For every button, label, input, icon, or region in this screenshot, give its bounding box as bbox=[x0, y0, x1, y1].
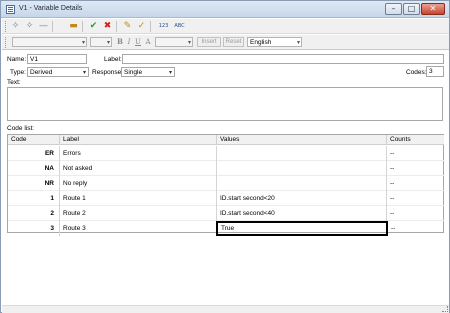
column-header-code[interactable]: Code bbox=[8, 135, 60, 145]
italic-button[interactable]: I bbox=[125, 37, 133, 47]
label-label: Label: bbox=[104, 56, 122, 63]
edit-check-icon[interactable]: ✎ bbox=[122, 21, 133, 32]
resize-grip-icon[interactable] bbox=[442, 306, 448, 312]
name-value: V1 bbox=[30, 56, 38, 63]
toolbar-grip[interactable] bbox=[5, 21, 7, 32]
chevron-down-icon: ▾ bbox=[296, 39, 300, 46]
counts-cell: -- bbox=[390, 150, 395, 157]
language-value: English bbox=[250, 39, 272, 46]
table-row[interactable]: ER Errors -- bbox=[8, 146, 444, 161]
values-cell[interactable] bbox=[217, 176, 387, 191]
values-cell[interactable] bbox=[217, 161, 387, 176]
label-cell[interactable]: Route 3 bbox=[60, 221, 217, 236]
main-toolbar: ✧ ✧ — ▬ ✔ ✖ ✎ ✓ 123 ABC bbox=[2, 19, 449, 34]
reset-button[interactable]: Reset bbox=[223, 37, 244, 47]
language-dropdown[interactable]: English ▾ bbox=[247, 37, 302, 47]
counts-cell: -- bbox=[390, 195, 395, 202]
toolbar-separator bbox=[116, 21, 117, 32]
edit-spell-icon[interactable]: ✓ bbox=[136, 21, 147, 32]
style-dropdown[interactable]: ▾ bbox=[155, 37, 193, 47]
spell-check-icon[interactable]: ABC bbox=[173, 21, 186, 32]
title-bar[interactable]: V1 - Variable Details – □ ✕ bbox=[1, 1, 449, 18]
column-header-counts[interactable]: Counts bbox=[387, 135, 444, 145]
bold-button[interactable]: B bbox=[116, 37, 124, 47]
status-bar bbox=[2, 305, 449, 313]
window-icon bbox=[6, 5, 15, 14]
table-row[interactable]: 2 Route 2 ID.start second<40 -- bbox=[8, 206, 444, 221]
table-row[interactable]: 3 Route 3 True -- bbox=[8, 221, 444, 236]
code-cell[interactable]: NA bbox=[8, 161, 60, 176]
response-select[interactable]: Single ▾ bbox=[121, 67, 175, 77]
chevron-down-icon: ▾ bbox=[106, 39, 110, 46]
code-cell[interactable]: 2 bbox=[8, 206, 60, 221]
toolbar-grip[interactable] bbox=[5, 37, 7, 48]
window-controls: – □ ✕ bbox=[384, 3, 445, 15]
underline-button[interactable]: U bbox=[134, 37, 142, 47]
codes-label: Codes: bbox=[406, 69, 427, 76]
label-cell[interactable]: Route 2 bbox=[60, 206, 217, 221]
column-header-values[interactable]: Values bbox=[217, 135, 387, 145]
values-cell-selected[interactable]: True bbox=[216, 221, 388, 236]
code-list-label: Code list: bbox=[7, 125, 35, 132]
label-cell[interactable]: Not asked bbox=[60, 161, 217, 176]
label-cell[interactable]: Errors bbox=[60, 146, 217, 161]
table-row[interactable]: 1 Route 1 ID.start second<20 -- bbox=[8, 191, 444, 206]
format-toolbar: ▾ ▾ B I U A ▾ Insert Reset English ▾ bbox=[2, 35, 449, 50]
font-name-dropdown[interactable]: ▾ bbox=[12, 37, 87, 47]
open-folder-icon[interactable]: ▬ bbox=[68, 21, 79, 32]
codes-value: 3 bbox=[429, 68, 433, 75]
code-cell[interactable]: NR bbox=[8, 176, 60, 191]
name-field[interactable]: V1 bbox=[27, 54, 87, 64]
table-row[interactable]: NA Not asked -- bbox=[8, 161, 444, 176]
codes-field[interactable]: 3 bbox=[426, 66, 444, 77]
maximize-button[interactable]: □ bbox=[403, 3, 420, 15]
delete-row-icon[interactable]: — bbox=[38, 21, 49, 32]
label-cell[interactable]: No reply bbox=[60, 176, 217, 191]
type-select[interactable]: Derived ▾ bbox=[27, 67, 89, 77]
insert-button[interactable]: Insert bbox=[197, 37, 221, 47]
counts-cell: -- bbox=[390, 210, 395, 217]
add-below-icon[interactable]: ✧ bbox=[10, 21, 21, 32]
type-value: Derived bbox=[30, 69, 53, 76]
chevron-down-icon: ▾ bbox=[187, 39, 191, 46]
chevron-down-icon: ▾ bbox=[81, 39, 85, 46]
values-cell[interactable] bbox=[217, 146, 387, 161]
numbering-icon[interactable]: 123 bbox=[157, 21, 170, 32]
close-button[interactable]: ✕ bbox=[421, 3, 445, 15]
minimize-button[interactable]: – bbox=[385, 3, 402, 15]
code-cell[interactable]: 1 bbox=[8, 191, 60, 206]
counts-cell: -- bbox=[391, 225, 396, 232]
reject-cross-icon[interactable]: ✖ bbox=[102, 21, 113, 32]
text-area[interactable] bbox=[7, 87, 443, 121]
type-label: Type: bbox=[10, 69, 26, 76]
values-cell[interactable]: ID.start second<20 bbox=[217, 191, 387, 206]
text-label: Text: bbox=[7, 79, 21, 86]
accept-check-icon[interactable]: ✔ bbox=[88, 21, 99, 32]
counts-cell: -- bbox=[390, 165, 395, 172]
font-size-dropdown[interactable]: ▾ bbox=[90, 37, 112, 47]
code-cell[interactable]: 3 bbox=[8, 221, 60, 236]
name-label: Name: bbox=[7, 56, 27, 63]
table-row[interactable]: NR No reply -- bbox=[8, 176, 444, 191]
code-list-grid: Code Label Values Counts ER Errors -- NA… bbox=[7, 134, 444, 236]
text-color-icon[interactable]: A bbox=[143, 37, 153, 47]
variable-details-window: V1 - Variable Details – □ ✕ ✧ ✧ — ▬ ✔ ✖ … bbox=[0, 0, 450, 313]
label-cell[interactable]: Route 1 bbox=[60, 191, 217, 206]
toolbar-separator bbox=[150, 21, 151, 32]
label-field[interactable] bbox=[122, 54, 444, 64]
code-cell[interactable]: ER bbox=[8, 146, 60, 161]
chevron-down-icon: ▾ bbox=[82, 69, 86, 76]
column-header-label[interactable]: Label bbox=[60, 135, 217, 145]
toolbar-separator bbox=[82, 21, 83, 32]
window-title: V1 - Variable Details bbox=[19, 5, 83, 12]
toolbar-separator bbox=[52, 21, 53, 32]
response-label: Response: bbox=[92, 69, 124, 76]
counts-cell: -- bbox=[390, 180, 395, 187]
chevron-down-icon: ▾ bbox=[168, 69, 172, 76]
values-cell[interactable]: ID.start second<40 bbox=[217, 206, 387, 221]
add-above-icon[interactable]: ✧ bbox=[24, 21, 35, 32]
response-value: Single bbox=[124, 69, 143, 76]
